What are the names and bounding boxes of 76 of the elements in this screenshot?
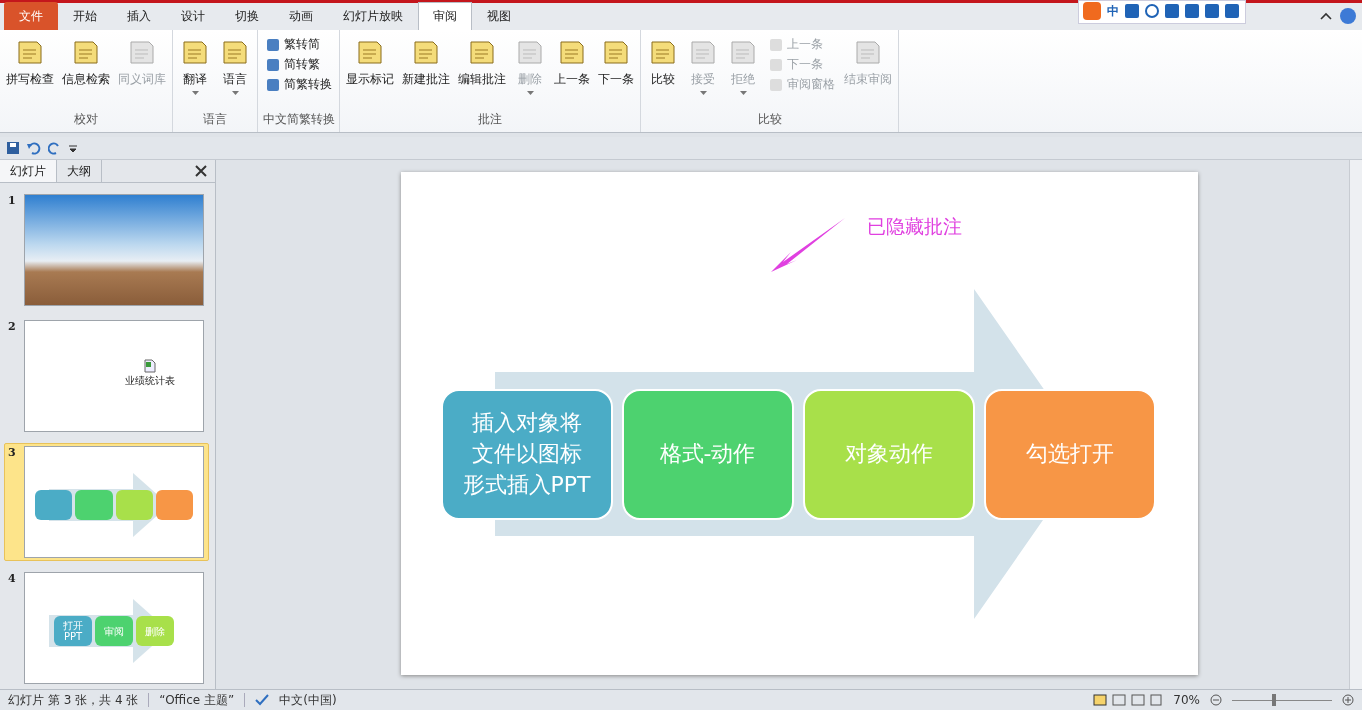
- ribbon-tab[interactable]: 视图: [472, 2, 526, 30]
- step-box: [75, 490, 113, 520]
- ribbon-button[interactable]: 新建批注: [399, 34, 453, 111]
- ribbon-tab[interactable]: 动画: [274, 2, 328, 30]
- step-text: 格式-动作: [659, 440, 756, 469]
- square-icon: [768, 36, 784, 53]
- input-mode-button[interactable]: 中: [1107, 2, 1119, 20]
- ribbon-button[interactable]: 语言: [216, 34, 254, 111]
- save-icon[interactable]: [6, 141, 20, 155]
- caret-icon: [231, 91, 239, 95]
- caret-icon: [526, 91, 534, 95]
- slide-thumbnail-row[interactable]: 3: [4, 443, 209, 561]
- square-icon: [265, 56, 281, 73]
- ribbon-tab[interactable]: 幻灯片放映: [328, 2, 418, 30]
- group-label: 比较: [756, 111, 783, 128]
- redo-icon[interactable]: [48, 141, 62, 155]
- group-label: 语言: [202, 111, 228, 128]
- group-label: 批注: [477, 111, 503, 128]
- step-text: 文件以图标: [471, 440, 582, 469]
- ribbon-button[interactable]: 信息检索: [59, 34, 113, 111]
- square-icon: [265, 36, 281, 53]
- ribbon-button[interactable]: 下一条: [595, 34, 637, 111]
- ribbon-tab[interactable]: 设计: [166, 2, 220, 30]
- step-text: 形式插入PPT: [462, 470, 591, 499]
- file-label: 业绩统计表: [125, 374, 175, 388]
- annotation-text: 已隐藏批注: [866, 214, 962, 239]
- vertical-scrollbar[interactable]: [1349, 160, 1362, 689]
- ribbon-button[interactable]: 翻译: [176, 34, 214, 111]
- slide-number: 2: [8, 320, 16, 335]
- ribbon-button[interactable]: 编辑批注: [455, 34, 509, 111]
- ribbon-tab[interactable]: 开始: [58, 2, 112, 30]
- step-text: 勾选打开: [1025, 440, 1114, 469]
- spreadsheet-file-icon: [144, 359, 156, 373]
- ribbon-button[interactable]: 拼写检查: [3, 34, 57, 111]
- caret-icon: [739, 91, 747, 95]
- zoom-in-icon[interactable]: [1342, 694, 1354, 706]
- panel-tab[interactable]: 幻灯片: [0, 160, 57, 182]
- ribbon-button[interactable]: 上一条: [551, 34, 593, 111]
- zoom-slider-thumb[interactable]: [1272, 694, 1276, 706]
- undo-icon[interactable]: [26, 141, 42, 155]
- slide-number: 3: [8, 446, 16, 461]
- step-box: [115, 490, 153, 520]
- theme-name: “Office 主题”: [159, 691, 235, 709]
- ribbon-tab[interactable]: 插入: [112, 2, 166, 30]
- caret-icon: [191, 91, 199, 95]
- step-box: 审阅: [95, 616, 133, 646]
- step-text: 插入对象将: [471, 409, 582, 438]
- slide-info: 幻灯片 第 3 张，共 4 张: [8, 691, 139, 709]
- view-buttons-icon[interactable]: [1093, 694, 1164, 706]
- group-label: 校对: [73, 111, 99, 128]
- ribbon-button[interactable]: 简繁转换: [265, 76, 332, 93]
- language-label[interactable]: 中文(中国): [279, 691, 337, 709]
- ribbon-button[interactable]: 显示标记: [343, 34, 397, 111]
- group-label: 中文简繁转换: [261, 111, 336, 128]
- square-icon: [265, 76, 281, 93]
- square-icon: [768, 56, 784, 73]
- zoom-level[interactable]: 70%: [1173, 693, 1200, 707]
- step-box: 打开 PPT: [54, 616, 92, 646]
- step-box: [35, 490, 73, 520]
- step-box: 删除: [136, 616, 174, 646]
- ribbon-button[interactable]: 比较: [644, 34, 682, 111]
- ribbon-button[interactable]: 简转繁: [265, 56, 332, 73]
- collapse-ribbon-icon[interactable]: [1320, 12, 1332, 20]
- zoom-out-icon[interactable]: [1210, 694, 1222, 706]
- ribbon-button[interactable]: 繁转简: [265, 36, 332, 53]
- step-text: 对象动作: [844, 440, 933, 469]
- proofing-icon[interactable]: [255, 694, 270, 706]
- ribbon-tab[interactable]: 切换: [220, 2, 274, 30]
- square-icon: [768, 76, 784, 93]
- ribbon-tab[interactable]: 审阅: [418, 2, 472, 30]
- panel-tab[interactable]: 大纲: [57, 160, 102, 182]
- caret-icon: [699, 91, 707, 95]
- slide-number: 4: [8, 572, 16, 587]
- slide-number: 1: [8, 194, 16, 209]
- step-box: [155, 490, 193, 520]
- ribbon-tab[interactable]: 文件: [4, 2, 58, 30]
